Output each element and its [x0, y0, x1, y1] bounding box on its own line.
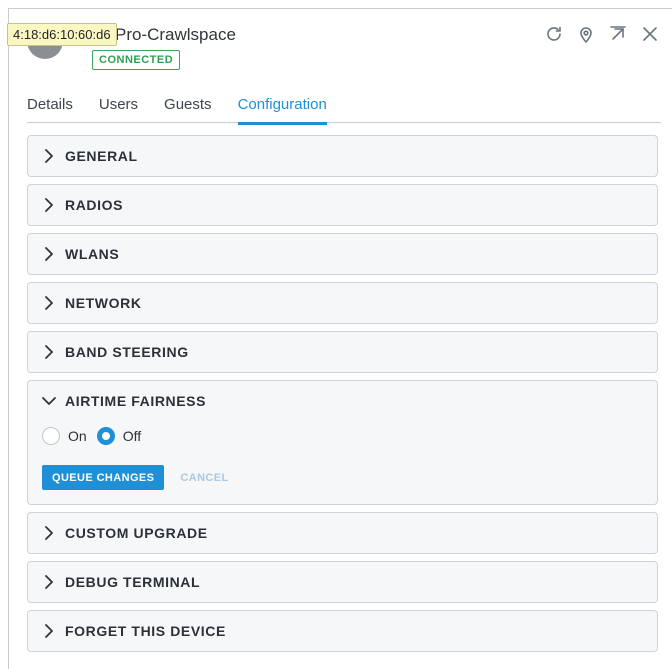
- queue-changes-button[interactable]: QUEUE CHANGES: [42, 465, 165, 490]
- airtime-actions: QUEUE CHANGES CANCEL: [42, 465, 643, 490]
- section-title: AIRTIME FAIRNESS: [65, 393, 207, 409]
- tab-details[interactable]: Details: [27, 95, 73, 123]
- chevron-down-icon: [42, 394, 56, 408]
- section-custom-upgrade-header[interactable]: CUSTOM UPGRADE: [28, 513, 657, 553]
- section-wlans: WLANS: [27, 233, 658, 275]
- radio-off-label: Off: [122, 428, 142, 444]
- section-network-header[interactable]: NETWORK: [28, 283, 657, 323]
- chevron-right-icon: [42, 247, 56, 261]
- section-title: WLANS: [65, 246, 120, 262]
- airtime-fairness-body: On Off QUEUE CHANGES CANCEL: [28, 419, 657, 504]
- mac-address-tooltip: 4:18:d6:10:60:d6: [7, 23, 117, 46]
- section-radios: RADIOS: [27, 184, 658, 226]
- chevron-right-icon: [42, 624, 56, 638]
- radio-on[interactable]: [42, 427, 60, 445]
- section-forget-this-device: FORGET THIS DEVICE: [27, 610, 658, 652]
- header-actions: [543, 23, 661, 45]
- chevron-right-icon: [42, 526, 56, 540]
- section-title: RADIOS: [65, 197, 124, 213]
- section-general: GENERAL: [27, 135, 658, 177]
- chevron-right-icon: [42, 296, 56, 310]
- section-general-header[interactable]: GENERAL: [28, 136, 657, 176]
- section-debug-terminal: DEBUG TERMINAL: [27, 561, 658, 603]
- section-title: GENERAL: [65, 148, 138, 164]
- section-forget-this-device-header[interactable]: FORGET THIS DEVICE: [28, 611, 657, 651]
- section-debug-terminal-header[interactable]: DEBUG TERMINAL: [28, 562, 657, 602]
- popout-icon[interactable]: [607, 23, 629, 45]
- tab-bar: Details Users Guests Configuration: [27, 95, 661, 125]
- section-airtime-fairness-header[interactable]: AIRTIME FAIRNESS: [28, 381, 657, 421]
- section-wlans-header[interactable]: WLANS: [28, 234, 657, 274]
- device-name: Pro-Crawlspace: [115, 25, 236, 44]
- section-radios-header[interactable]: RADIOS: [28, 185, 657, 225]
- section-title: BAND STEERING: [65, 344, 189, 360]
- radio-on-label: On: [68, 428, 87, 444]
- chevron-right-icon: [42, 575, 56, 589]
- section-title: FORGET THIS DEVICE: [65, 623, 226, 639]
- configuration-sections: GENERAL RADIOS WLANS NETWORK BAND STEERI…: [27, 135, 658, 659]
- locate-icon[interactable]: [575, 23, 597, 45]
- status-badge: CONNECTED: [92, 50, 181, 70]
- chevron-right-icon: [42, 149, 56, 163]
- tab-users[interactable]: Users: [99, 95, 138, 123]
- radio-off[interactable]: [96, 427, 115, 445]
- section-airtime-fairness: AIRTIME FAIRNESS On Off QUEUE CHANGES CA…: [27, 380, 658, 505]
- chevron-right-icon: [42, 198, 56, 212]
- section-title: DEBUG TERMINAL: [65, 574, 201, 590]
- panel-header: Pro-Crawlspace 4:18:d6:10:60:d6 CONNECTE…: [7, 9, 672, 89]
- tab-configuration[interactable]: Configuration: [237, 95, 328, 125]
- airtime-radio-group: On Off: [42, 419, 643, 453]
- device-panel: Pro-Crawlspace 4:18:d6:10:60:d6 CONNECTE…: [7, 8, 672, 669]
- tab-guests[interactable]: Guests: [164, 95, 212, 123]
- chevron-right-icon: [42, 345, 56, 359]
- section-band-steering: BAND STEERING: [27, 331, 658, 373]
- section-network: NETWORK: [27, 282, 658, 324]
- refresh-icon[interactable]: [543, 23, 565, 45]
- section-title: NETWORK: [65, 295, 142, 311]
- cancel-button[interactable]: CANCEL: [180, 472, 228, 484]
- section-custom-upgrade: CUSTOM UPGRADE: [27, 512, 658, 554]
- section-band-steering-header[interactable]: BAND STEERING: [28, 332, 657, 372]
- close-icon[interactable]: [639, 23, 661, 45]
- section-title: CUSTOM UPGRADE: [65, 525, 208, 541]
